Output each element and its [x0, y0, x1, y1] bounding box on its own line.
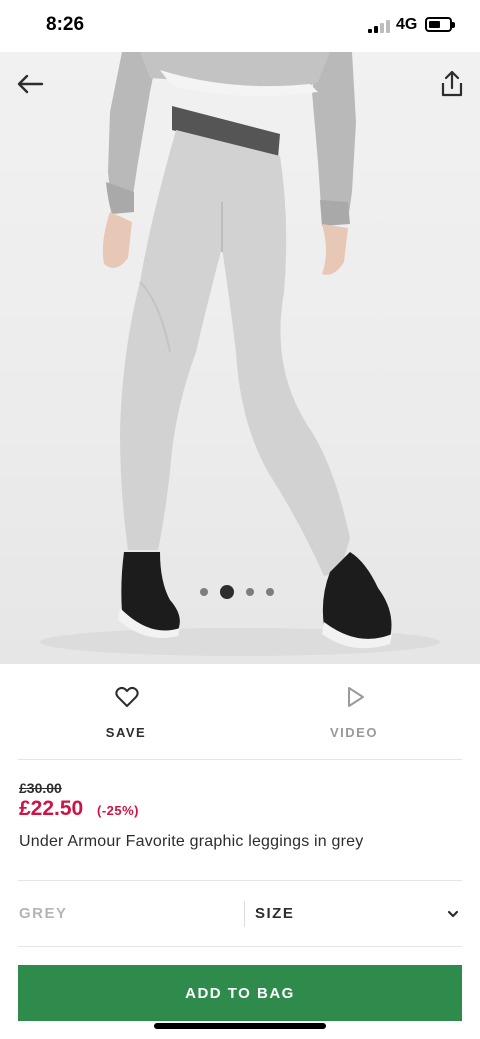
video-label: VIDEO: [330, 725, 378, 740]
gallery-pagination[interactable]: [200, 584, 282, 600]
share-button[interactable]: [438, 68, 466, 100]
product-title: Under Armour Favorite graphic leggings i…: [19, 833, 364, 850]
battery-icon: [425, 17, 455, 32]
share-icon: [441, 70, 463, 97]
gallery-dot[interactable]: [220, 585, 234, 599]
back-button[interactable]: [14, 70, 46, 98]
divider: [18, 946, 462, 947]
gallery-dot[interactable]: [246, 588, 254, 596]
signal-icon: [368, 20, 390, 33]
discount-badge: (-25%): [97, 803, 140, 818]
current-price: £22.50: [19, 797, 84, 820]
back-arrow-icon: [17, 74, 44, 94]
status-bar: 8:26 4G: [0, 0, 480, 52]
colour-value: GREY: [19, 905, 68, 922]
size-label: SIZE: [255, 905, 295, 922]
add-to-bag-button[interactable]: ADD TO BAG: [18, 965, 462, 1021]
size-dropdown[interactable]: SIZE: [245, 881, 462, 947]
save-label: SAVE: [105, 725, 147, 740]
home-indicator[interactable]: [154, 1023, 326, 1029]
save-button[interactable]: SAVE: [6, 664, 246, 760]
heart-icon: [115, 686, 139, 707]
network-type: 4G: [396, 16, 418, 33]
chevron-down-icon: [447, 910, 459, 918]
play-icon: [348, 687, 364, 707]
variant-selector: GREY SIZE: [18, 881, 462, 947]
gallery-dot[interactable]: [200, 588, 208, 596]
product-image-gallery[interactable]: [0, 52, 480, 664]
product-photo: [40, 52, 440, 656]
previous-price: £30.00: [19, 780, 62, 796]
video-button[interactable]: VIDEO: [234, 664, 474, 760]
divider: [18, 759, 462, 760]
action-bar: SAVE VIDEO: [0, 664, 480, 760]
gallery-dot[interactable]: [266, 588, 274, 596]
battery-level: [429, 21, 440, 28]
status-time: 8:26: [46, 14, 85, 35]
